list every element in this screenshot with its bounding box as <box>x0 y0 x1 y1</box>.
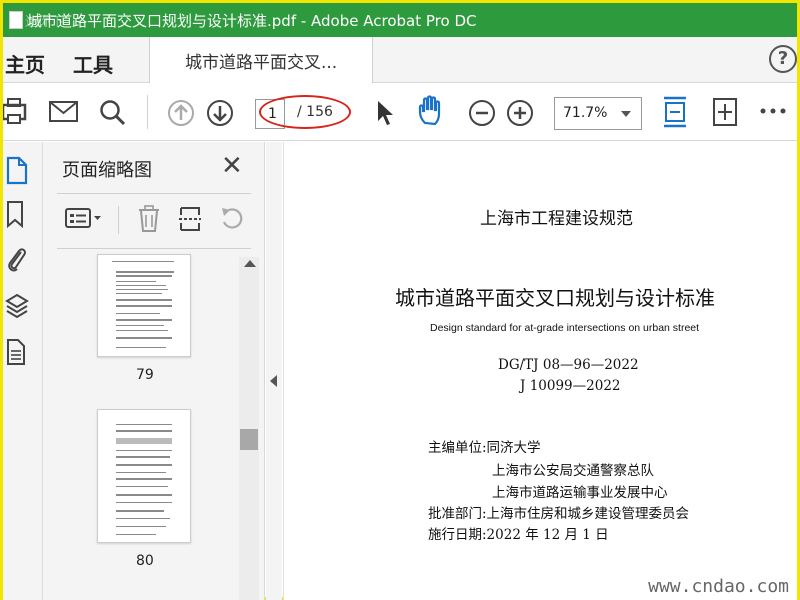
zoom-in-icon[interactable] <box>506 99 534 127</box>
title-bar: 迷你下 城市道路平面交叉口规划与设计标准.pdf - Adobe Acrobat… <box>3 3 797 37</box>
tab-home[interactable]: 主页 <box>5 49 45 78</box>
page-thumbnails-icon[interactable] <box>5 156 29 186</box>
zoom-out-icon[interactable] <box>468 99 496 127</box>
site-watermark: www.cndao.com <box>648 576 789 597</box>
select-cursor-icon[interactable] <box>375 99 395 127</box>
tab-tools[interactable]: 工具 <box>73 49 113 78</box>
document-page: 上海市工程建设规范 城市道路平面交叉口规划与设计标准 Design standa… <box>283 142 797 600</box>
print-icon[interactable] <box>3 97 29 127</box>
zoom-value: 71.7% <box>563 105 608 121</box>
doc-title: 城市道路平面交叉口规划与设计标准 <box>395 286 715 310</box>
panel-toolbar-divider <box>118 206 119 234</box>
more-icon[interactable] <box>760 107 786 115</box>
mail-icon[interactable] <box>49 101 79 123</box>
toolbar-divider <box>147 95 148 129</box>
zoom-select[interactable]: 71.7% <box>554 97 642 130</box>
layers-icon[interactable] <box>5 292 29 322</box>
search-icon[interactable] <box>99 99 127 127</box>
panel-divider <box>57 248 251 249</box>
thumbnail-page[interactable] <box>97 254 191 357</box>
scroll-up-arrow-icon[interactable] <box>244 260 256 267</box>
next-page-icon[interactable] <box>206 99 234 127</box>
doc-approver-line: 批准部门:上海市住房和城乡建设管理委员会 <box>428 506 690 522</box>
scrollbar-thumb[interactable] <box>240 429 258 450</box>
doc-code-1: DG/TJ 08—96—2022 <box>498 357 639 373</box>
delete-icon[interactable] <box>137 205 161 233</box>
collapse-arrow-icon[interactable] <box>270 375 277 387</box>
fit-page-icon[interactable] <box>662 95 688 129</box>
window-title: 城市道路平面交叉口规划与设计标准.pdf - Adobe Acrobat Pro… <box>27 11 477 30</box>
thumbnail-panel: 页面缩略图 ✕ 79 80 <box>43 142 265 600</box>
doc-editor-line: 主编单位:同济大学 <box>428 440 541 456</box>
attachment-icon[interactable] <box>5 244 29 276</box>
chevron-down-icon <box>621 111 631 117</box>
undo-rotate-icon[interactable] <box>220 206 246 232</box>
doc-header: 上海市工程建设规范 <box>480 209 633 229</box>
thumbnail-options-icon[interactable] <box>65 206 103 232</box>
doc-coeditor-2: 上海市道路运输事业发展中心 <box>492 485 668 501</box>
doc-date-line: 施行日期:2022 年 12 月 1 日 <box>428 527 609 543</box>
thumbnail-page-number: 80 <box>136 553 154 569</box>
help-button[interactable]: ? <box>769 45 797 73</box>
tab-document-label: 城市道路平面交叉... <box>185 52 338 73</box>
thumbnail-page-number: 79 <box>136 367 154 383</box>
toolbar: 1 / 156 71.7% <box>3 83 797 141</box>
doc-code-2: J 10099—2022 <box>520 378 621 394</box>
hand-icon[interactable] <box>417 95 447 127</box>
panel-collapse-strip[interactable] <box>266 142 282 600</box>
panel-divider <box>57 193 251 194</box>
doc-coeditor-1: 上海市公安局交通警察总队 <box>492 463 654 479</box>
navigation-rail <box>3 142 43 600</box>
pdf-file-icon <box>9 11 23 29</box>
close-icon[interactable]: ✕ <box>221 153 243 179</box>
thumbnail-page[interactable] <box>97 409 191 543</box>
bookmark-icon[interactable] <box>5 200 25 230</box>
panel-title: 页面缩略图 <box>62 160 152 181</box>
rotate-view-icon[interactable] <box>712 97 738 127</box>
split-pages-icon[interactable] <box>178 206 202 232</box>
overlay-watermark: 迷你下 <box>25 15 65 30</box>
tab-document[interactable]: 城市道路平面交叉... <box>149 37 373 83</box>
doc-subtitle-en: Design standard for at-grade intersectio… <box>430 322 700 334</box>
highlight-oval-annotation <box>259 95 351 129</box>
document-properties-icon[interactable] <box>5 338 27 368</box>
tab-row: 主页 工具 城市道路平面交叉... ? <box>3 37 797 83</box>
prev-page-icon[interactable] <box>167 99 195 127</box>
